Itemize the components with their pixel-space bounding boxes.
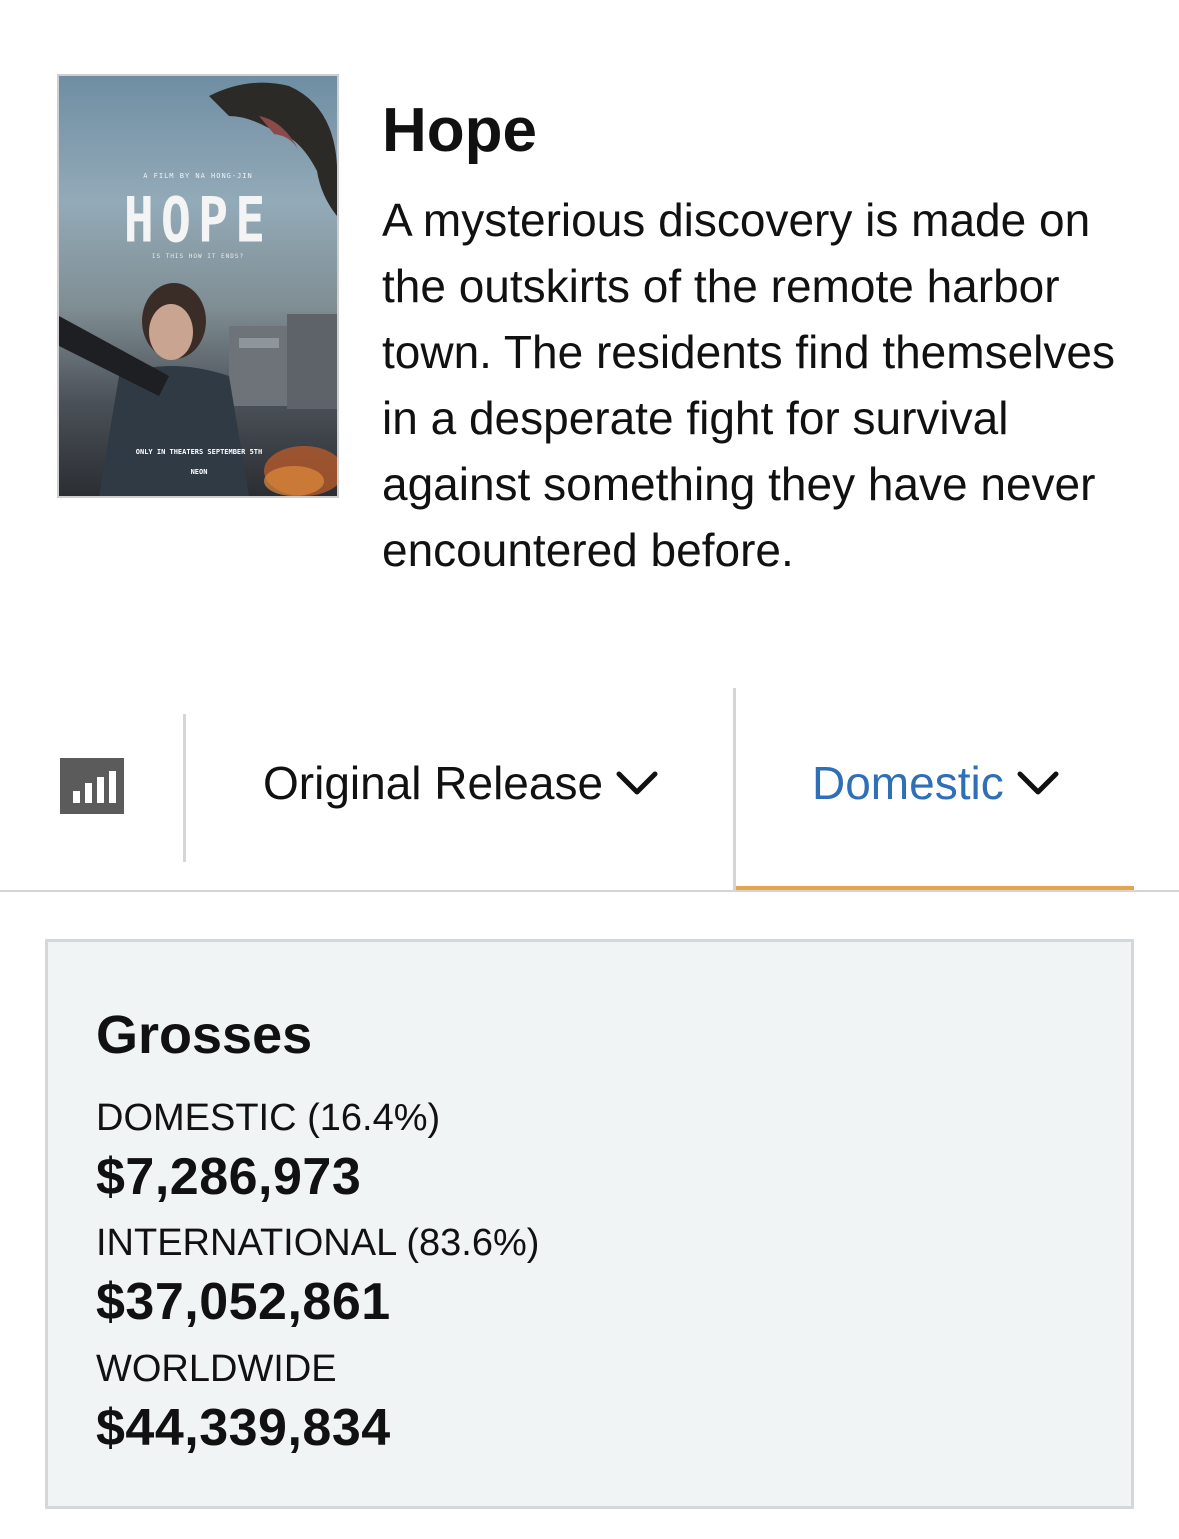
bar-chart-icon[interactable] — [60, 758, 124, 814]
region-dropdown[interactable]: Domestic — [812, 748, 1060, 818]
poster-release: ONLY IN THEATERS SEPTEMBER 5TH — [135, 448, 263, 456]
tab-bar-border — [0, 890, 1179, 892]
worldwide-label: WORLDWIDE — [96, 1348, 337, 1390]
chart-bar — [97, 777, 104, 803]
release-dropdown-label: Original Release — [263, 757, 604, 809]
movie-poster: A FILM BY NA HONG-JIN HOPE IS THIS HOW I… — [57, 74, 339, 498]
poster-credit: A FILM BY NA HONG-JIN — [143, 172, 253, 180]
tab-divider — [183, 714, 186, 862]
poster-artwork — [59, 82, 337, 496]
domestic-label: DOMESTIC (16.4%) — [96, 1097, 441, 1139]
chart-bar — [73, 791, 80, 803]
poster-logo: HOPE — [123, 184, 273, 257]
chart-bar — [109, 771, 116, 803]
tab-divider — [733, 688, 736, 890]
domestic-value: $7,286,973 — [96, 1148, 362, 1206]
grosses-heading: Grosses — [96, 1005, 313, 1065]
international-label: INTERNATIONAL (83.6%) — [96, 1222, 540, 1264]
international-value: $37,052,861 — [96, 1273, 391, 1331]
poster-distributor: NEON — [190, 468, 208, 476]
chevron-down-icon — [1017, 771, 1059, 795]
region-dropdown-label: Domestic — [812, 757, 1004, 809]
grosses-panel: Grosses DOMESTIC (16.4%) $7,286,973 INTE… — [45, 939, 1134, 1509]
chart-bar — [85, 783, 92, 803]
movie-synopsis: A mysterious discovery is made on the ou… — [382, 194, 1115, 576]
tab-bar: Original Release Domestic — [0, 688, 1179, 892]
poster-tagline: IS THIS HOW IT ENDS? — [151, 253, 245, 260]
movie-title: Hope — [382, 96, 537, 165]
chevron-down-icon — [616, 771, 658, 795]
release-dropdown[interactable]: Original Release — [263, 748, 659, 818]
worldwide-value: $44,339,834 — [96, 1399, 391, 1457]
